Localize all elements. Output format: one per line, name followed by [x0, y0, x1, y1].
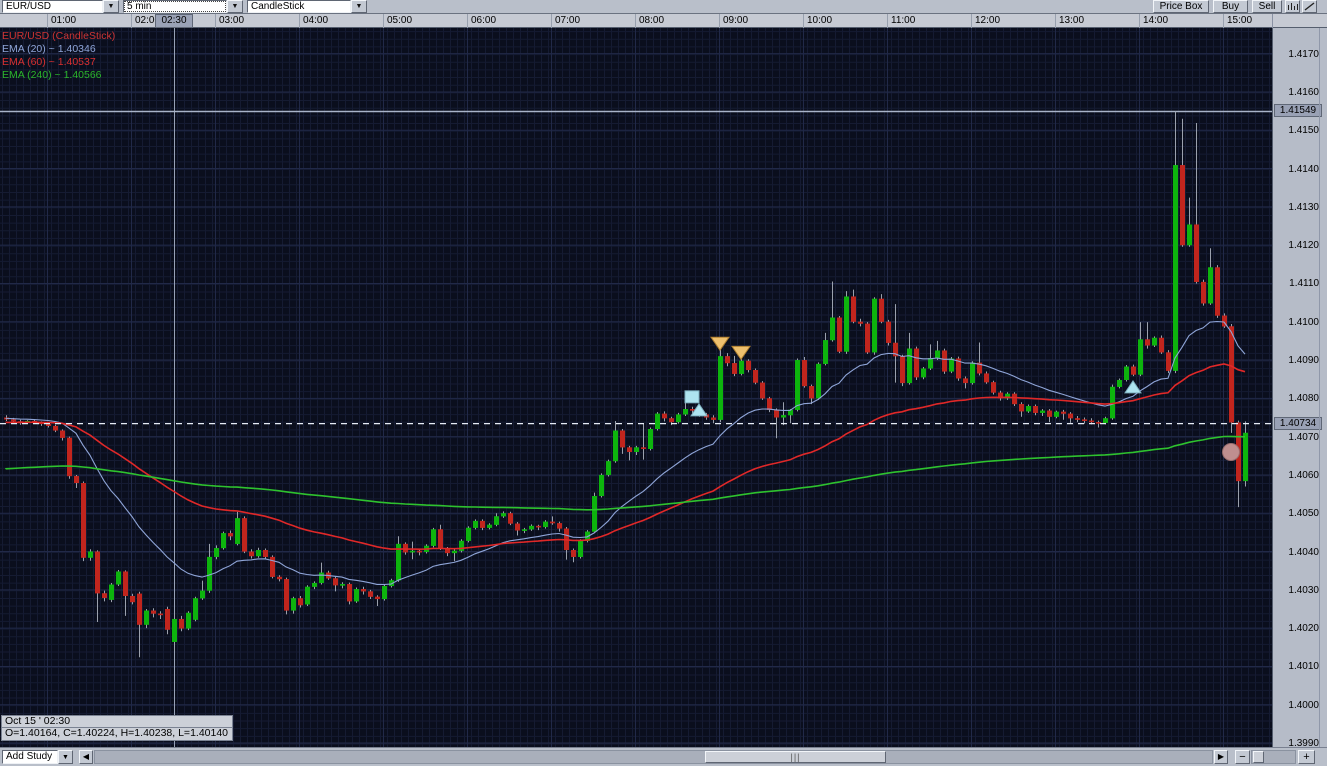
line-tool-icon[interactable] [1302, 0, 1317, 13]
time-axis-tick [1055, 14, 1056, 28]
time-axis-tick [719, 14, 720, 28]
time-axis-tick [299, 14, 300, 28]
axis-corner-divider [1272, 14, 1273, 28]
price-axis-edge-divider [1319, 28, 1320, 747]
time-axis-tick [467, 14, 468, 28]
chevron-down-icon[interactable]: ▼ [58, 750, 73, 764]
time-axis-label: 09:00 [723, 15, 749, 26]
time-axis-label: 08:00 [639, 15, 665, 26]
price-axis-label: 1.4160 [1288, 86, 1319, 98]
horizontal-scrollbar-track[interactable]: ||| [94, 750, 1213, 764]
price-axis-label: 1.4100 [1288, 316, 1319, 328]
chart-plot-area[interactable]: EUR/USD (CandleStick) EMA (20) ~ 1.40346 E… [0, 28, 1272, 747]
crosshair-time-label: 02:30 [155, 14, 193, 28]
time-axis[interactable]: 01:00 02:00 03:00 04:00 05:00 06:00 07:00 08:00… [0, 14, 1327, 28]
horizontal-scrollbar-thumb[interactable]: ||| [705, 751, 886, 763]
time-axis-tick [803, 14, 804, 28]
interval-dropdown[interactable]: 5 min ▼ [123, 0, 243, 13]
time-axis-tick [887, 14, 888, 28]
time-axis-label: 06:00 [471, 15, 497, 26]
add-study-dropdown[interactable]: Add Study [2, 750, 58, 764]
chevron-down-icon[interactable]: ▼ [227, 0, 243, 13]
price-axis-label: 1.4000 [1288, 699, 1319, 711]
high-price-tag: 1.41549 [1274, 104, 1322, 118]
toolbar: EUR/USD ▼ 5 min ▼ CandleStick ▼ Price Bo… [0, 0, 1327, 14]
price-axis-label: 1.4040 [1288, 546, 1319, 558]
time-axis-label: 01:00 [51, 15, 77, 26]
price-axis-label: 1.4130 [1288, 201, 1319, 213]
price-axis-label: 1.4140 [1288, 163, 1319, 175]
time-axis-label: 14:00 [1143, 15, 1169, 26]
price-axis-label: 1.4050 [1288, 508, 1319, 520]
time-axis-label: 11:00 [891, 15, 916, 26]
price-axis-label: 1.4120 [1288, 240, 1319, 252]
zoom-in-button[interactable]: + [1298, 750, 1315, 764]
time-axis-tick [215, 14, 216, 28]
price-axis[interactable]: 1.4170 1.4160 1.4150 1.4140 1.4130 1.4120 1.41… [1272, 28, 1327, 749]
zoom-slider-track[interactable] [1251, 750, 1296, 764]
chart-style-dropdown-value[interactable]: CandleStick [247, 0, 351, 13]
candlestick-chart[interactable] [0, 28, 1272, 747]
chart-style-dropdown[interactable]: CandleStick ▼ [247, 0, 367, 13]
price-axis-label: 1.4080 [1288, 393, 1319, 405]
zoom-slider-thumb[interactable] [1253, 751, 1264, 763]
time-axis-label: 15:00 [1227, 15, 1253, 26]
symbol-dropdown-value[interactable]: EUR/USD [2, 0, 103, 13]
chevron-down-icon[interactable]: ▼ [103, 0, 119, 13]
price-axis-label: 1.4030 [1288, 584, 1319, 596]
time-axis-tick [131, 14, 132, 28]
price-axis-label: 1.4020 [1288, 623, 1319, 635]
time-axis-tick [383, 14, 384, 28]
last-price-tag: 1.40734 [1274, 416, 1322, 430]
price-axis-label: 1.4010 [1288, 661, 1319, 673]
time-axis-label: 10:00 [807, 15, 833, 26]
zoom-out-button[interactable]: − [1235, 750, 1250, 764]
scroll-right-button[interactable]: ▶ [1214, 750, 1228, 764]
buy-button[interactable]: Buy [1213, 0, 1248, 13]
price-axis-label: 1.4060 [1288, 469, 1319, 481]
bottom-bar: Add Study ▼ ◀ ||| ▶ − + [0, 747, 1327, 766]
price-axis-label: 1.4150 [1288, 125, 1319, 137]
scroll-left-button[interactable]: ◀ [79, 750, 93, 764]
sell-button[interactable]: Sell [1252, 0, 1282, 13]
time-axis-label: 12:00 [975, 15, 1001, 26]
chevron-down-icon[interactable]: ▼ [351, 0, 367, 13]
volume-bars-icon[interactable] [1285, 0, 1300, 13]
price-axis-label: 1.4090 [1288, 355, 1319, 367]
time-axis-tick [1139, 14, 1140, 28]
time-axis-label: 07:00 [555, 15, 581, 26]
time-axis-tick [635, 14, 636, 28]
time-axis-tick [47, 14, 48, 28]
symbol-dropdown[interactable]: EUR/USD ▼ [2, 0, 119, 13]
interval-dropdown-value[interactable]: 5 min [123, 0, 227, 13]
price-box-button[interactable]: Price Box [1153, 0, 1209, 13]
time-axis-label: 03:00 [219, 15, 245, 26]
time-axis-tick [1223, 14, 1224, 28]
time-axis-tick [551, 14, 552, 28]
trading-app-window: EUR/USD ▼ 5 min ▼ CandleStick ▼ Price Bo… [0, 0, 1327, 766]
price-axis-label: 1.4170 [1288, 48, 1319, 60]
price-axis-label: 1.4070 [1288, 431, 1319, 443]
time-axis-label: 05:00 [387, 15, 413, 26]
price-axis-label: 1.4110 [1289, 278, 1319, 290]
time-axis-tick [971, 14, 972, 28]
time-axis-label: 04:00 [303, 15, 329, 26]
time-axis-label: 13:00 [1059, 15, 1085, 26]
